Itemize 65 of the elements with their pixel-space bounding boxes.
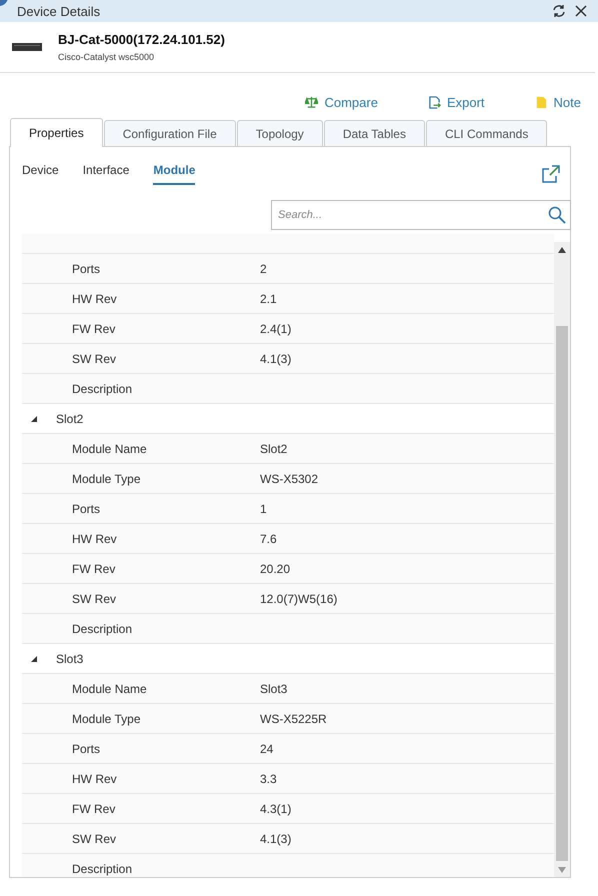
refresh-icon[interactable]: [552, 4, 566, 18]
search-field[interactable]: Search...: [271, 200, 571, 230]
property-name: FW Rev: [72, 802, 116, 816]
tab[interactable]: Configuration File: [104, 120, 236, 146]
property-name: Module Type: [72, 712, 140, 726]
export-icon: [428, 96, 441, 108]
scroll-up-icon[interactable]: [558, 247, 566, 253]
property-value: WS-X5225R: [260, 712, 327, 726]
property-value: 2.4(1): [260, 322, 292, 336]
tab[interactable]: Topology: [236, 120, 323, 146]
close-icon[interactable]: [574, 4, 588, 18]
compare-button[interactable]: Compare: [305, 93, 378, 111]
collapse-triangle-icon[interactable]: [30, 414, 38, 422]
group-label: Slot3: [56, 652, 84, 666]
property-value: 3.3: [260, 772, 277, 786]
property-value: 12.0(7)W5(16): [260, 592, 338, 606]
property-name: Module Type: [72, 472, 140, 486]
device-name: BJ-Cat-5000(172.24.101.52): [58, 32, 225, 47]
open-window-icon[interactable]: [542, 165, 560, 183]
property-name: Ports: [72, 502, 100, 516]
property-value: 4.3(1): [260, 802, 292, 816]
collapse-triangle-icon[interactable]: [30, 654, 38, 662]
scroll-thumb[interactable]: [556, 326, 568, 861]
tab[interactable]: Properties: [10, 118, 103, 147]
property-value: 2: [260, 262, 267, 276]
property-value: Slot3: [260, 682, 288, 696]
property-name: Description: [72, 622, 132, 636]
property-value: 2.1: [260, 292, 277, 306]
property-name: SW Rev: [72, 592, 116, 606]
property-name: Description: [72, 862, 132, 876]
tab[interactable]: Data Tables: [324, 120, 425, 146]
property-value: 24: [260, 742, 274, 756]
subtab[interactable]: Interface: [82, 163, 130, 185]
property-value: 4.1(3): [260, 832, 292, 846]
property-name: Module Name: [72, 682, 147, 696]
tab[interactable]: CLI Commands: [426, 120, 548, 146]
device-model: Cisco-Catalyst wsc5000: [58, 52, 156, 62]
property-name: Ports: [72, 262, 100, 276]
property-name: FW Rev: [72, 562, 116, 576]
subtab[interactable]: Device: [22, 163, 59, 185]
property-value: 4.1(3): [260, 352, 292, 366]
group-label: Slot2: [56, 412, 84, 426]
property-value: 1: [260, 502, 267, 516]
window-title: Device Details: [17, 4, 102, 18]
property-value: 20.20: [260, 562, 290, 576]
property-name: Ports: [72, 742, 100, 756]
scrollbar[interactable]: [554, 242, 570, 877]
search-icon[interactable]: [548, 206, 566, 224]
scale-icon: [305, 96, 318, 108]
property-name: Module Name: [72, 442, 147, 456]
property-name: FW Rev: [72, 322, 116, 336]
property-name: HW Rev: [72, 292, 117, 306]
property-name: SW Rev: [72, 352, 116, 366]
property-name: HW Rev: [72, 532, 117, 546]
device-icon: [12, 42, 42, 52]
property-value: 7.6: [260, 532, 277, 546]
note-icon: [534, 96, 548, 108]
subtab[interactable]: Module: [153, 163, 196, 185]
property-value: Slot2: [260, 442, 288, 456]
property-name: SW Rev: [72, 832, 116, 846]
note-button[interactable]: Note: [534, 93, 581, 111]
export-button[interactable]: Export: [428, 93, 485, 111]
property-value: WS-X5302: [260, 472, 318, 486]
property-name: Description: [72, 382, 132, 396]
property-name: HW Rev: [72, 772, 117, 786]
